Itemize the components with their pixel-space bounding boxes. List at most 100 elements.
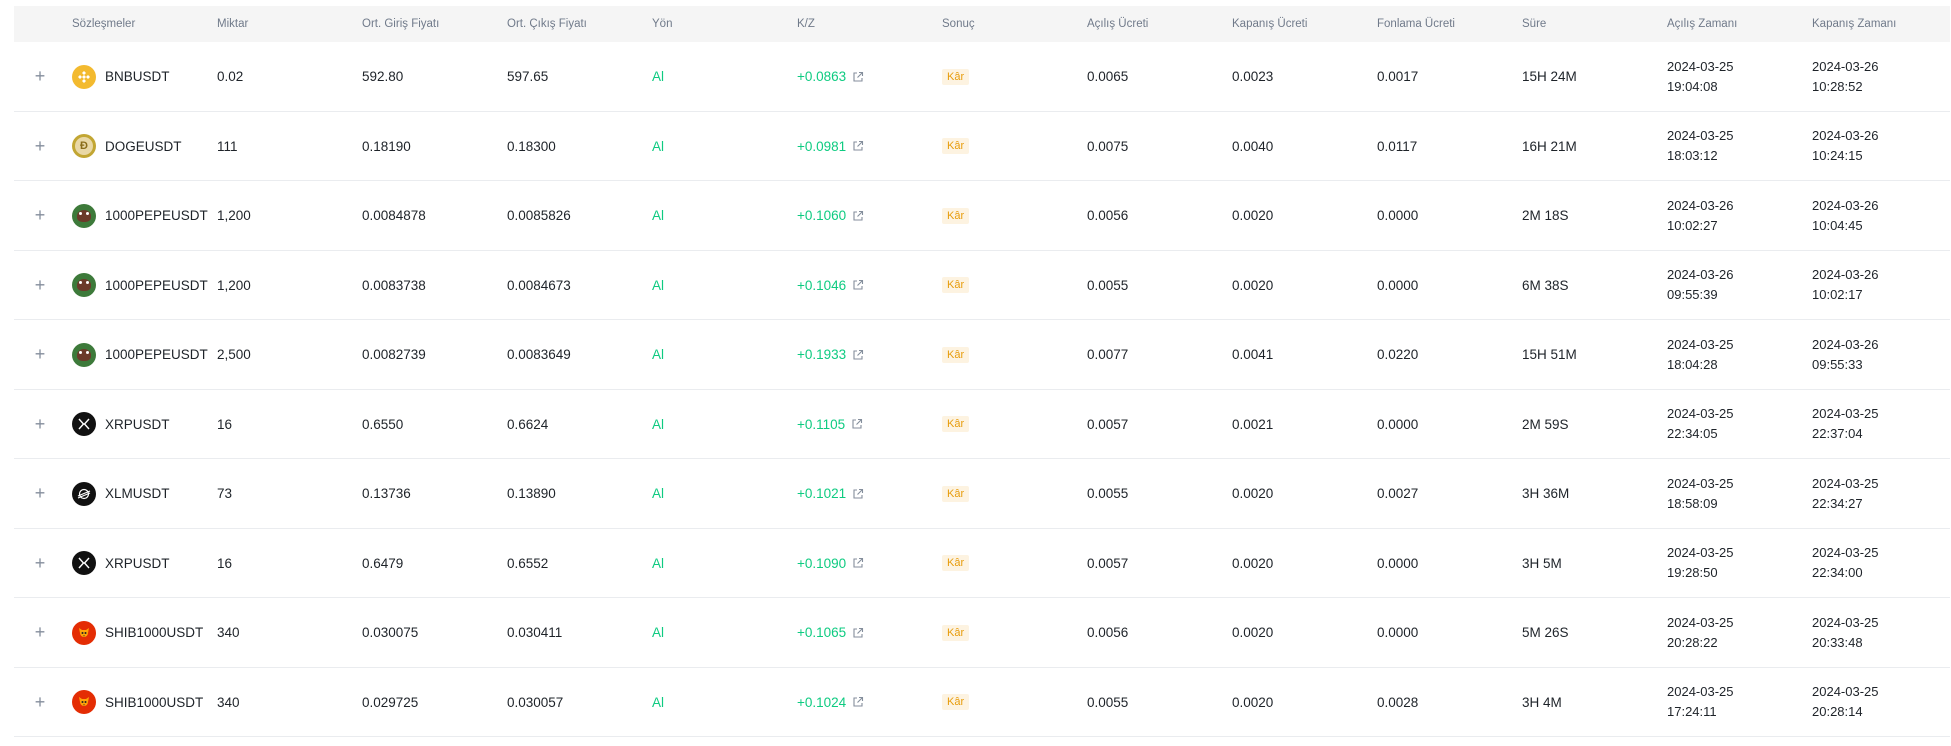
table-row-8[interactable]: + XRPUSDT 16 0.6479 0.6552 Al +0.1090 Kâ… bbox=[14, 529, 1950, 598]
share-link-icon[interactable] bbox=[852, 71, 864, 83]
table-row-4[interactable]: + 1000PEPEUSDT 1,200 0.0083738 0.0084673… bbox=[14, 251, 1950, 320]
close-fee-cell: 0.0023 bbox=[1232, 69, 1274, 84]
contract-cell[interactable]: XRPUSDT bbox=[72, 390, 170, 459]
duration-cell: 2M 18S bbox=[1522, 208, 1569, 223]
pnl-cell: +0.1060 bbox=[797, 181, 864, 250]
entry-price-cell: 0.0083738 bbox=[362, 277, 426, 293]
col-header-result[interactable]: Sonuç bbox=[942, 6, 975, 42]
share-link-icon[interactable] bbox=[852, 349, 864, 361]
expand-row-button[interactable]: + bbox=[30, 598, 50, 667]
share-link-icon[interactable] bbox=[852, 140, 864, 152]
qty-cell: 2,500 bbox=[217, 347, 251, 362]
contract-cell[interactable]: SHIB1000USDT bbox=[72, 668, 203, 737]
close-date: 2024-03-25 bbox=[1812, 614, 1879, 630]
contract-cell[interactable]: SHIB1000USDT bbox=[72, 598, 203, 667]
table-row-1[interactable]: + BNBUSDT 0.02 592.80 597.65 Al +0.0863 … bbox=[14, 42, 1950, 112]
share-link-icon[interactable] bbox=[852, 696, 864, 708]
result-cell: Kâr bbox=[942, 320, 970, 389]
entry-price-cell: 0.18190 bbox=[362, 138, 411, 154]
open-date: 2024-03-25 bbox=[1667, 684, 1734, 699]
expand-row-button[interactable]: + bbox=[30, 251, 50, 320]
funding-fee-cell: 0.0027 bbox=[1377, 486, 1419, 501]
expand-row-button[interactable]: + bbox=[30, 459, 50, 528]
contract-cell[interactable]: BNBUSDT bbox=[72, 42, 170, 111]
open-clock: 18:58:09 bbox=[1667, 495, 1718, 511]
open-fee-cell: 0.0057 bbox=[1087, 416, 1129, 432]
qty-cell: 1,200 bbox=[217, 208, 251, 223]
pnl-cell: +0.0981 bbox=[797, 112, 864, 181]
table-row-5[interactable]: + 1000PEPEUSDT 2,500 0.0082739 0.0083649… bbox=[14, 320, 1950, 390]
result-badge: Kâr bbox=[942, 346, 970, 363]
open-fee-cell: 0.0056 bbox=[1087, 625, 1129, 640]
share-link-icon[interactable] bbox=[852, 279, 864, 291]
contract-cell[interactable]: XLMUSDT bbox=[72, 459, 170, 528]
share-link-icon[interactable] bbox=[851, 418, 863, 430]
expand-row-button[interactable]: + bbox=[30, 390, 50, 459]
expand-row-button[interactable]: + bbox=[30, 181, 50, 250]
contract-symbol: SHIB1000USDT bbox=[105, 694, 204, 710]
share-link-icon[interactable] bbox=[852, 627, 864, 639]
open-clock: 19:04:08 bbox=[1667, 78, 1718, 94]
col-header-close-fee[interactable]: Kapanış Ücreti bbox=[1232, 6, 1307, 42]
col-header-open-time[interactable]: Açılış Zamanı bbox=[1667, 6, 1737, 42]
col-header-side[interactable]: Yön bbox=[652, 6, 672, 42]
side-cell: Al bbox=[652, 625, 665, 640]
contract-cell[interactable]: 1000PEPEUSDT bbox=[72, 181, 208, 250]
col-header-open-fee[interactable]: Açılış Ücreti bbox=[1087, 6, 1148, 42]
share-link-icon[interactable] bbox=[852, 210, 864, 222]
col-header-funding-fee[interactable]: Fonlama Ücreti bbox=[1377, 6, 1455, 42]
open-date: 2024-03-25 bbox=[1667, 545, 1734, 560]
table-row-9[interactable]: + SHIB1000USDT 340 0.030075 0.030411 Al … bbox=[14, 598, 1950, 668]
contract-cell[interactable]: Ð DOGEUSDT bbox=[72, 112, 182, 181]
table-row-2[interactable]: + Ð DOGEUSDT 111 0.18190 0.18300 Al +0.0… bbox=[14, 112, 1950, 181]
open-fee-cell: 0.0075 bbox=[1087, 138, 1129, 154]
open-time-cell: 2024-03-25 20:28:22 bbox=[1667, 598, 1734, 667]
pnl-value: +0.1021 bbox=[797, 486, 847, 501]
qty-cell: 73 bbox=[217, 486, 233, 501]
duration-cell: 3H 4M bbox=[1522, 694, 1562, 710]
duration-cell: 15H 51M bbox=[1522, 347, 1577, 362]
entry-price-cell: 0.0082739 bbox=[362, 347, 426, 362]
duration-cell: 5M 26S bbox=[1522, 625, 1569, 640]
side-cell: Al bbox=[652, 694, 665, 710]
contract-symbol: 1000PEPEUSDT bbox=[105, 208, 208, 223]
expand-row-button[interactable]: + bbox=[30, 42, 50, 111]
pnl-value: +0.1024 bbox=[797, 694, 847, 710]
open-fee-cell: 0.0055 bbox=[1087, 694, 1129, 710]
table-row-10[interactable]: + SHIB1000USDT 340 0.029725 0.030057 Al … bbox=[14, 668, 1950, 737]
col-header-close-time[interactable]: Kapanış Zamanı bbox=[1812, 6, 1896, 42]
qty-cell: 16 bbox=[217, 416, 233, 432]
table-row-6[interactable]: + XRPUSDT 16 0.6550 0.6624 Al +0.1105 Kâ… bbox=[14, 390, 1950, 459]
expand-row-button[interactable]: + bbox=[30, 668, 50, 737]
contract-cell[interactable]: XRPUSDT bbox=[72, 529, 170, 598]
funding-fee-cell: 0.0000 bbox=[1377, 625, 1419, 640]
col-header-duration[interactable]: Süre bbox=[1522, 6, 1546, 42]
open-time-cell: 2024-03-26 09:55:39 bbox=[1667, 251, 1734, 320]
pnl-value: +0.1060 bbox=[797, 208, 847, 223]
contract-cell[interactable]: 1000PEPEUSDT bbox=[72, 320, 208, 389]
contract-cell[interactable]: 1000PEPEUSDT bbox=[72, 251, 208, 320]
contract-symbol: XRPUSDT bbox=[105, 555, 170, 571]
exit-price-cell: 0.0085826 bbox=[507, 208, 571, 223]
col-header-exit[interactable]: Ort. Çıkış Fiyatı bbox=[507, 6, 587, 42]
pnl-cell: +0.1046 bbox=[797, 251, 864, 320]
expand-row-button[interactable]: + bbox=[30, 529, 50, 598]
close-time-cell: 2024-03-25 20:28:14 bbox=[1812, 668, 1879, 737]
table-row-7[interactable]: + XLMUSDT 73 0.13736 0.13890 Al +0.1021 … bbox=[14, 459, 1950, 529]
share-link-icon[interactable] bbox=[852, 557, 864, 569]
close-fee-cell: 0.0040 bbox=[1232, 138, 1274, 154]
col-header-pnl[interactable]: K/Z bbox=[797, 6, 815, 42]
col-header-contract[interactable]: Sözleşmeler bbox=[72, 6, 135, 42]
expand-row-button[interactable]: + bbox=[30, 320, 50, 389]
pnl-cell: +0.1065 bbox=[797, 598, 864, 667]
close-fee-cell: 0.0021 bbox=[1232, 416, 1274, 432]
col-header-qty[interactable]: Miktar bbox=[217, 6, 248, 42]
table-row-3[interactable]: + 1000PEPEUSDT 1,200 0.0084878 0.0085826… bbox=[14, 181, 1950, 251]
share-link-icon[interactable] bbox=[852, 488, 864, 500]
expand-row-button[interactable]: + bbox=[30, 112, 50, 181]
contract-symbol: 1000PEPEUSDT bbox=[105, 347, 208, 362]
shib-coin-icon bbox=[72, 620, 96, 645]
close-date: 2024-03-26 bbox=[1812, 336, 1879, 352]
close-clock: 22:34:27 bbox=[1812, 495, 1863, 511]
col-header-entry[interactable]: Ort. Giriş Fiyatı bbox=[362, 6, 439, 42]
